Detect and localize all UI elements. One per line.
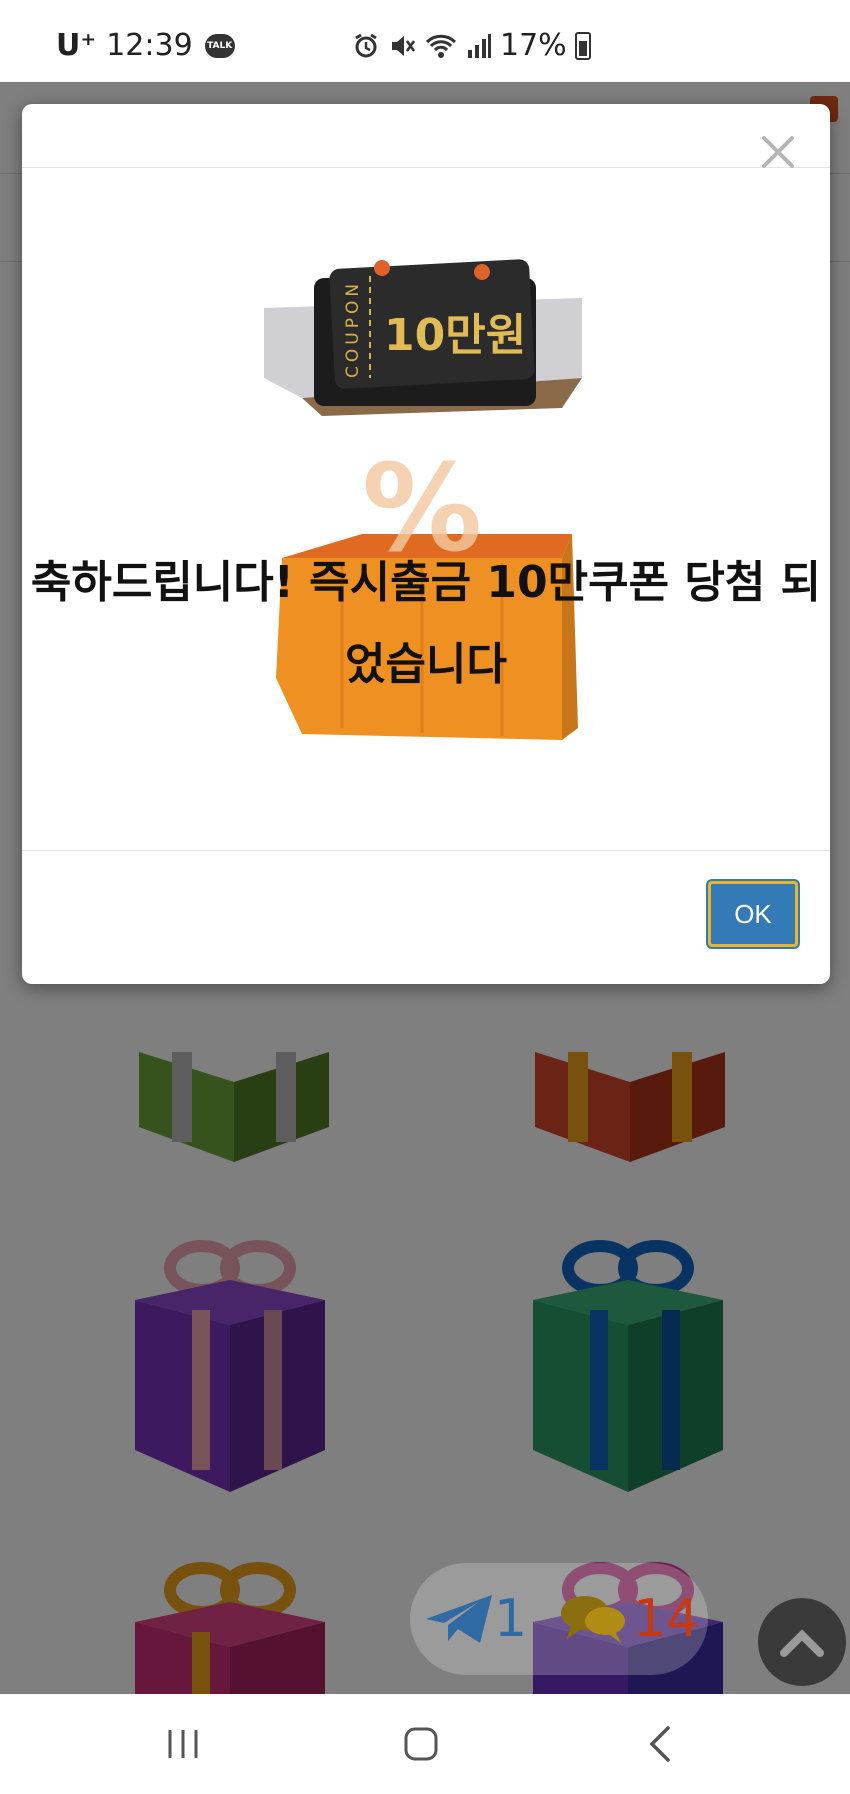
home-button[interactable]: [391, 1724, 451, 1764]
close-icon[interactable]: [758, 132, 798, 172]
chat-bubbles-icon[interactable]: [559, 1591, 627, 1647]
coupon-modal: COUPON 10만원 % 축하드립니다! 즉시출금 10만쿠폰 당첨 되었습니…: [22, 104, 830, 984]
coupon-side-text: COUPON: [343, 280, 363, 378]
back-icon: [649, 1726, 670, 1762]
back-button[interactable]: [630, 1724, 690, 1764]
alarm-icon: [355, 33, 377, 57]
floating-chat-widget: 1 14: [410, 1563, 708, 1675]
ok-button[interactable]: OK: [708, 881, 798, 947]
modal-body: COUPON 10만원 % 축하드립니다! 즉시출금 10만쿠폰 당첨 되었습니…: [22, 168, 830, 954]
kakaotalk-icon: TALK: [204, 33, 235, 58]
battery-percent: 17%: [500, 28, 567, 63]
battery-icon: [574, 31, 591, 60]
modal-header: [22, 104, 830, 168]
status-time: 12:39: [106, 28, 193, 63]
system-nav-bar: [0, 1694, 850, 1794]
status-bar: U⁺ 12:39 TALK 17%: [0, 0, 850, 82]
telegram-icon[interactable]: [424, 1591, 494, 1647]
carrier-label: U⁺: [56, 28, 97, 63]
wifi-icon: [425, 34, 457, 58]
chevron-up-icon: [780, 1629, 824, 1657]
chat-count: 14: [633, 1589, 700, 1649]
signal-icon: [468, 33, 491, 58]
scroll-to-top-button[interactable]: [758, 1598, 846, 1686]
home-icon: [404, 1727, 438, 1761]
win-message: 축하드립니다! 즉시출금 10만쿠폰 당첨 되었습니다: [30, 557, 822, 690]
coupon-amount-text: 10만원: [384, 310, 526, 361]
mute-icon: [392, 35, 416, 56]
recent-apps-button[interactable]: [153, 1724, 213, 1764]
status-left: U⁺ 12:39 TALK: [56, 28, 235, 63]
recent-apps-icon: [168, 1730, 198, 1758]
telegram-count: 1: [494, 1589, 528, 1649]
status-right: 17%: [352, 28, 591, 63]
modal-footer: OK: [22, 850, 830, 984]
